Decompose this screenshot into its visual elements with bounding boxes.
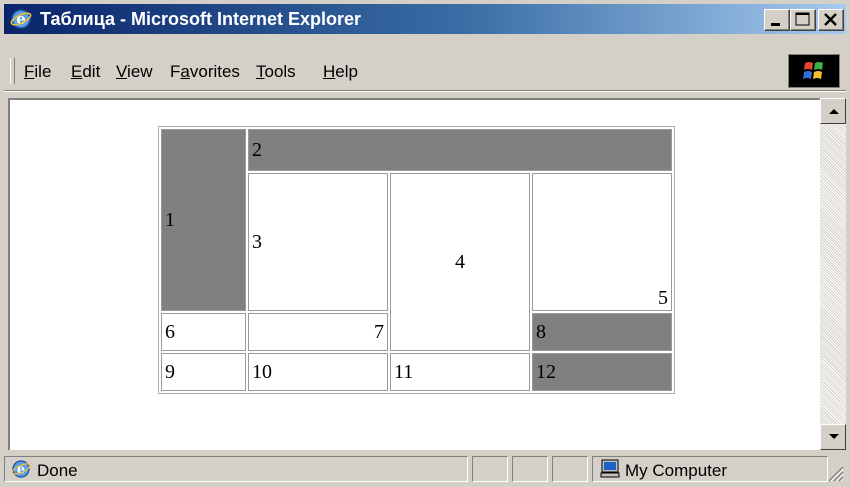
table-cell: 5 bbox=[532, 173, 672, 311]
table-cell: 7 bbox=[248, 313, 388, 351]
status-text: Done bbox=[37, 461, 78, 480]
menu-file[interactable]: File bbox=[24, 62, 51, 82]
resize-grip[interactable] bbox=[826, 464, 844, 482]
menu-text: ools bbox=[264, 62, 296, 81]
table-cell: 2 bbox=[248, 129, 672, 171]
menu-text: F bbox=[170, 62, 181, 81]
table-cell: 6 bbox=[161, 313, 246, 351]
table-cell: 10 bbox=[248, 353, 388, 391]
menu-accel: T bbox=[256, 62, 265, 81]
toolbar-grip[interactable] bbox=[10, 58, 15, 84]
minimize-icon bbox=[771, 23, 780, 26]
title-bar[interactable]: e Таблица - Microsoft Internet Explorer bbox=[4, 4, 846, 34]
menu-tools[interactable]: Tools bbox=[256, 62, 296, 82]
table-cell: 9 bbox=[161, 353, 246, 391]
table-cell: 1 bbox=[161, 129, 246, 311]
menu-accel: H bbox=[323, 62, 336, 81]
page-content[interactable]: 1 2 3 4 5 6 7 8 9 10 11 12 bbox=[8, 98, 820, 450]
scroll-up-button[interactable] bbox=[820, 98, 846, 124]
status-panel bbox=[472, 456, 508, 482]
ie-page-icon: e bbox=[11, 459, 31, 484]
throbber[interactable] bbox=[788, 54, 840, 88]
close-button[interactable] bbox=[818, 9, 844, 31]
maximize-icon bbox=[795, 12, 810, 26]
svg-text:e: e bbox=[16, 10, 26, 28]
table-cell: 3 bbox=[248, 173, 388, 311]
status-panel bbox=[512, 456, 548, 482]
menu-text: elp bbox=[335, 62, 358, 81]
table-cell: 8 bbox=[532, 313, 672, 351]
window-title: Таблица - Microsoft Internet Explorer bbox=[40, 9, 362, 29]
menu-help[interactable]: Help bbox=[323, 62, 358, 82]
menu-favorites[interactable]: Favorites bbox=[170, 62, 240, 82]
menu-bar: File Edit View Favorites Tools Help bbox=[4, 36, 846, 91]
menu-accel: a bbox=[180, 62, 190, 81]
ie-logo-icon[interactable]: e bbox=[10, 8, 32, 30]
menu-text: ile bbox=[34, 62, 52, 81]
table-cell: 4 bbox=[390, 173, 530, 351]
zone-panel[interactable]: My Computer bbox=[592, 456, 828, 482]
maximize-button[interactable] bbox=[790, 9, 816, 31]
demo-table: 1 2 3 4 5 6 7 8 9 10 11 12 bbox=[158, 126, 675, 394]
windows-logo-icon bbox=[803, 62, 823, 79]
menu-accel: E bbox=[71, 62, 83, 81]
arrow-up-icon bbox=[829, 109, 839, 114]
menu-view[interactable]: View bbox=[116, 62, 153, 82]
status-bar: e Done My Computer bbox=[4, 454, 846, 484]
table-cell: 11 bbox=[390, 353, 530, 391]
close-icon bbox=[824, 13, 837, 26]
menu-text: dit bbox=[82, 62, 101, 81]
menu-text: vorites bbox=[189, 62, 240, 81]
table-cell: 12 bbox=[532, 353, 672, 391]
menu-accel: V bbox=[116, 62, 128, 81]
ie-window: e Таблица - Microsoft Internet Explorer … bbox=[0, 0, 850, 487]
menu-text: iew bbox=[127, 62, 153, 81]
menu-edit[interactable]: Edit bbox=[71, 62, 100, 82]
minimize-button[interactable] bbox=[764, 9, 790, 31]
vertical-scrollbar[interactable] bbox=[820, 98, 846, 450]
menu-accel: F bbox=[24, 62, 35, 81]
status-panel: e Done bbox=[4, 456, 468, 482]
computer-icon bbox=[599, 459, 621, 484]
zone-text: My Computer bbox=[625, 461, 728, 480]
status-panel bbox=[552, 456, 588, 482]
arrow-down-icon bbox=[829, 434, 839, 439]
scroll-down-button[interactable] bbox=[820, 424, 846, 450]
